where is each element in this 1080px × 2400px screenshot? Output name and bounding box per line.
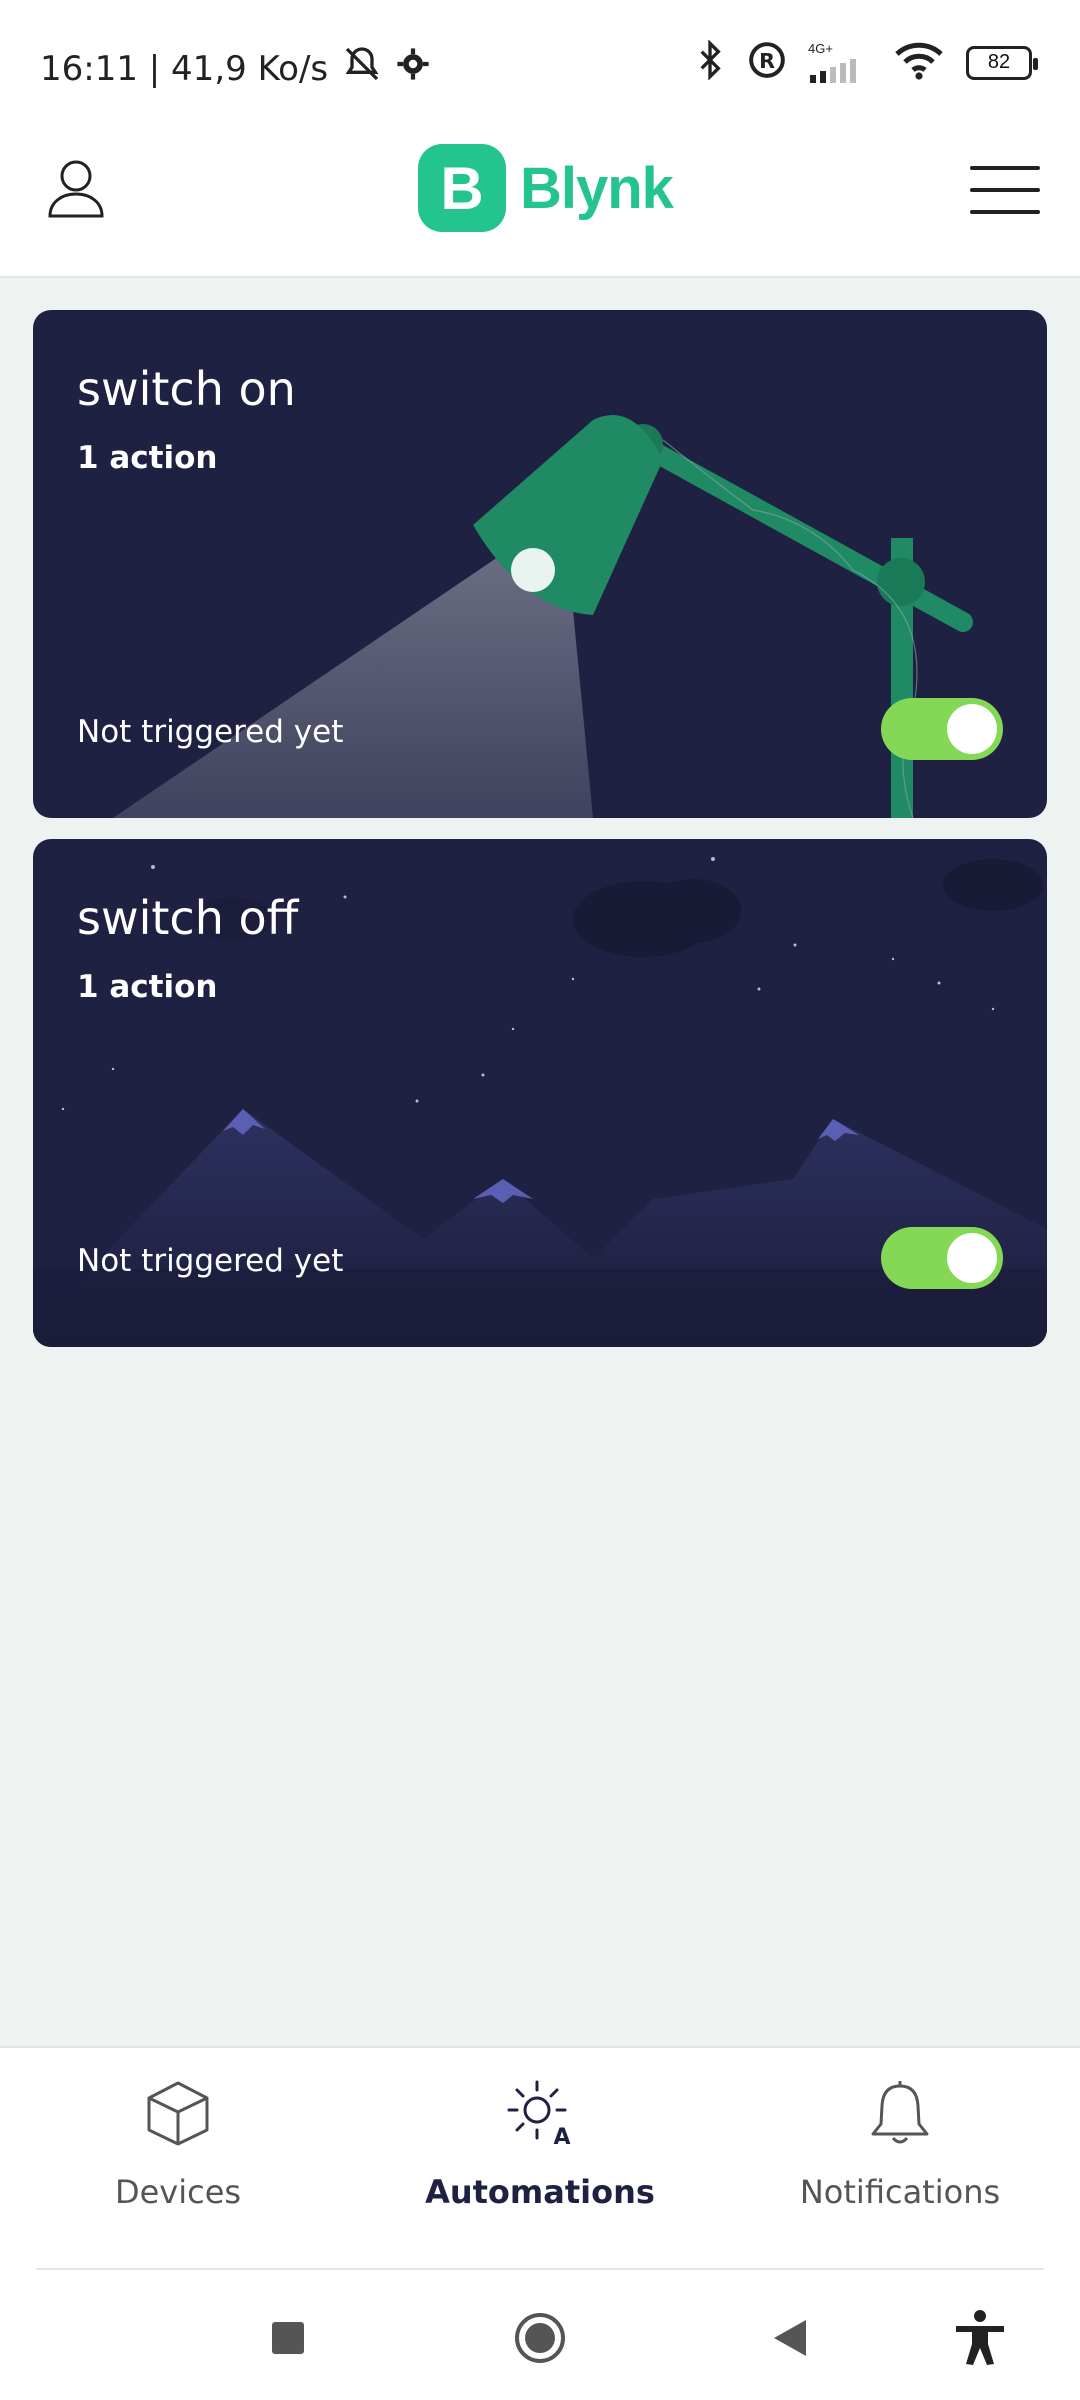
app-header: B Blynk xyxy=(0,130,1080,278)
automation-action-count: 1 action xyxy=(77,969,218,1005)
bottom-navigation: Devices A Automations Notifications xyxy=(0,2046,1080,2270)
svg-text:A: A xyxy=(553,2125,570,2148)
battery-level: 82 xyxy=(987,51,1011,73)
tab-label: Automations xyxy=(425,2173,655,2211)
toggle-knob xyxy=(947,704,997,754)
menu-line xyxy=(970,166,1040,170)
back-button[interactable] xyxy=(760,2310,820,2370)
automation-action-count: 1 action xyxy=(77,440,218,476)
battery-indicator: 82 xyxy=(966,45,1038,80)
toggle-knob xyxy=(947,1233,997,1283)
svg-text:R: R xyxy=(759,49,775,73)
bluetooth-icon xyxy=(694,39,726,85)
automation-status: Not triggered yet xyxy=(77,1243,344,1279)
automation-title: switch on xyxy=(77,362,296,416)
cell-signal-icon: 4G+ xyxy=(808,42,872,83)
automation-card-switch-on[interactable]: switch on 1 action Not triggered yet xyxy=(33,310,1047,818)
automation-title: switch off xyxy=(77,891,299,945)
logo-badge: B xyxy=(418,144,506,232)
menu-line xyxy=(970,210,1040,214)
tab-label: Notifications xyxy=(799,2173,1001,2211)
tab-automations[interactable]: A Automations xyxy=(390,2078,690,2211)
hamburger-menu-button[interactable] xyxy=(970,160,1040,220)
cube-icon xyxy=(143,2078,213,2153)
status-bar: 16:11 | 41,9 Ko/s R 4G+ 82 xyxy=(0,0,1080,130)
muted-bell-icon xyxy=(342,44,382,93)
status-left: 16:11 | 41,9 Ko/s xyxy=(40,44,430,93)
square-icon xyxy=(270,2320,306,2361)
accessibility-button[interactable] xyxy=(950,2309,1010,2371)
automation-toggle[interactable] xyxy=(881,698,1003,760)
registered-icon: R xyxy=(748,41,786,84)
wifi-icon xyxy=(894,40,944,85)
blynk-logo: B Blynk xyxy=(418,144,674,232)
status-right: R 4G+ 82 xyxy=(694,39,1038,85)
profile-button[interactable] xyxy=(40,154,112,226)
user-icon xyxy=(47,158,105,223)
automation-card-switch-off[interactable]: switch off 1 action Not triggered yet xyxy=(33,839,1047,1347)
automation-sun-icon: A xyxy=(505,2078,575,2153)
tab-label: Devices xyxy=(114,2173,242,2211)
gear-icon xyxy=(396,47,430,90)
system-navigation-bar xyxy=(0,2270,1080,2400)
circle-icon xyxy=(514,2312,566,2369)
menu-line xyxy=(970,188,1040,192)
status-time-speed: 16:11 | 41,9 Ko/s xyxy=(40,48,329,89)
automation-toggle[interactable] xyxy=(881,1227,1003,1289)
home-button[interactable] xyxy=(510,2310,570,2370)
network-type-label: 4G+ xyxy=(808,41,833,56)
logo-text: Blynk xyxy=(520,155,674,221)
accessibility-icon xyxy=(954,2309,1006,2371)
tab-notifications[interactable]: Notifications xyxy=(750,2078,1050,2211)
automation-status: Not triggered yet xyxy=(77,714,344,750)
tab-devices[interactable]: Devices xyxy=(28,2078,328,2211)
triangle-back-icon xyxy=(770,2318,810,2363)
bell-icon xyxy=(865,2078,935,2153)
recent-apps-button[interactable] xyxy=(258,2310,318,2370)
